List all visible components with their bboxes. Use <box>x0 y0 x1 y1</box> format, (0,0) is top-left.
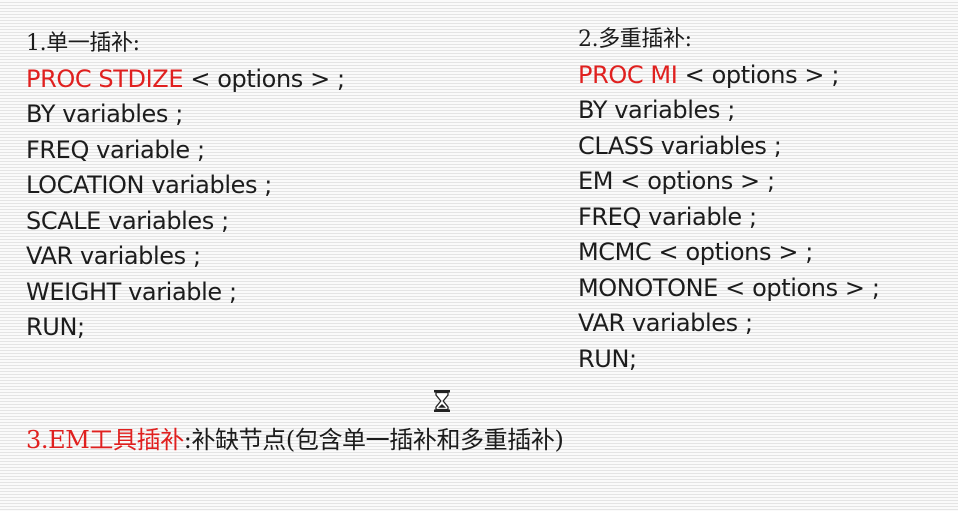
multiple-imputation-block: 2.多重插补: PROC MI < options > ; BY variabl… <box>578 22 880 377</box>
em-imputation-description: :补缺节点(包含单一插补和多重插补) <box>183 426 564 454</box>
code-line: VAR variables ; <box>578 309 753 337</box>
single-imputation-block: 1.单一插补: PROC STDIZE < options > ; BY var… <box>26 26 345 346</box>
code-line: MONOTONE < options > ; <box>578 273 880 302</box>
code-line: BY variables ; <box>26 100 183 128</box>
code-line: EM < options > ; <box>578 167 775 195</box>
code-line: SCALE variables ; <box>26 206 229 235</box>
single-imputation-heading: 1.单一插补: <box>26 31 140 56</box>
proc-mi-options: < options > ; <box>677 60 840 89</box>
proc-stdize-keyword: PROC STDIZE <box>26 64 184 93</box>
code-line: VAR variables ; <box>26 242 201 270</box>
code-line: CLASS variables ; <box>578 131 782 160</box>
code-line: FREQ variable ; <box>578 202 757 231</box>
code-line: WEIGHT variable ; <box>26 277 237 306</box>
code-line: BY variables ; <box>578 96 735 124</box>
code-line: RUN; <box>578 344 637 373</box>
em-imputation-title: 3.EM工具插补 <box>26 426 184 454</box>
code-line: RUN; <box>26 313 85 341</box>
code-line: LOCATION variables ; <box>26 171 272 199</box>
proc-mi-keyword: PROC MI <box>578 60 678 89</box>
proc-mi-line: PROC MI < options > ; <box>578 58 880 94</box>
multiple-imputation-heading: 2.多重插补: <box>578 27 692 52</box>
code-line: FREQ variable ; <box>26 135 205 164</box>
code-line: MCMC < options > ; <box>578 238 813 266</box>
em-imputation-line: 3.EM工具插补:补缺节点(包含单一插补和多重插补) <box>26 423 564 459</box>
proc-stdize-options: < options > ; <box>183 64 345 93</box>
hourglass-icon <box>433 389 451 413</box>
proc-stdize-line: PROC STDIZE < options > ; <box>26 62 345 98</box>
